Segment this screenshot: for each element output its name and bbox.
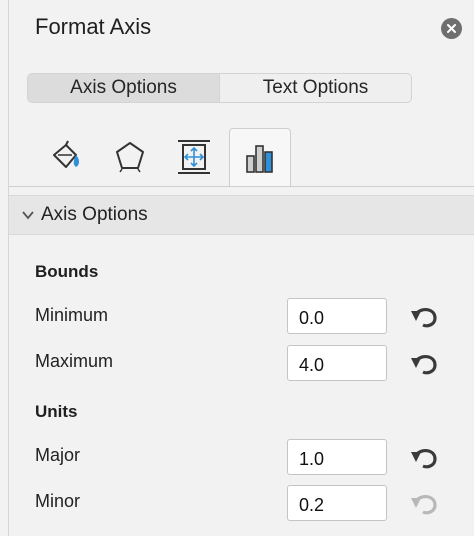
major-label: Major xyxy=(35,445,81,465)
minimum-field[interactable]: 0.0 xyxy=(287,298,387,334)
reset-minor-button xyxy=(409,492,439,516)
maximum-field[interactable]: 4.0 xyxy=(287,345,387,381)
minor-field[interactable]: 0.2 xyxy=(287,485,387,521)
tab-text-options[interactable]: Text Options xyxy=(219,74,411,102)
fill-line-icon xyxy=(53,140,79,168)
reset-icon xyxy=(411,448,437,469)
tab-fill-line[interactable] xyxy=(35,128,97,186)
bounds-heading: Bounds xyxy=(35,262,99,281)
tab-axis-options[interactable]: Axis Options xyxy=(28,74,219,102)
reset-major-button[interactable] xyxy=(409,446,439,470)
tab-effects[interactable] xyxy=(99,128,161,186)
reset-icon xyxy=(411,354,437,375)
options-segmented-control: Axis Options Text Options xyxy=(27,73,412,103)
reset-icon xyxy=(411,307,437,328)
reset-maximum-button[interactable] xyxy=(409,352,439,376)
maximum-label: Maximum xyxy=(35,351,114,371)
chevron-down-icon xyxy=(22,211,34,220)
icon-tabs-divider xyxy=(9,186,474,187)
category-icon-tabs xyxy=(17,128,474,188)
format-axis-panel: Format Axis Axis Options Text Options Ax… xyxy=(8,0,474,536)
effects-pentagon-icon xyxy=(116,142,144,173)
reset-minimum-button[interactable] xyxy=(409,305,439,329)
minimum-label: Minimum xyxy=(35,305,109,325)
panel-title: Format Axis xyxy=(35,14,152,39)
reset-icon-disabled xyxy=(411,494,437,515)
tab-axis-options-chart[interactable] xyxy=(229,128,291,187)
tab-size-properties[interactable] xyxy=(163,128,225,186)
close-icon xyxy=(447,24,456,33)
size-properties-icon xyxy=(178,140,210,174)
axis-options-chart-icon xyxy=(246,145,273,173)
major-field[interactable]: 1.0 xyxy=(287,439,387,475)
axis-options-section-header[interactable]: Axis Options xyxy=(9,195,474,235)
close-button[interactable] xyxy=(441,18,462,39)
units-heading: Units xyxy=(35,402,78,421)
section-label: Axis Options xyxy=(41,204,148,225)
minor-label: Minor xyxy=(35,491,81,511)
